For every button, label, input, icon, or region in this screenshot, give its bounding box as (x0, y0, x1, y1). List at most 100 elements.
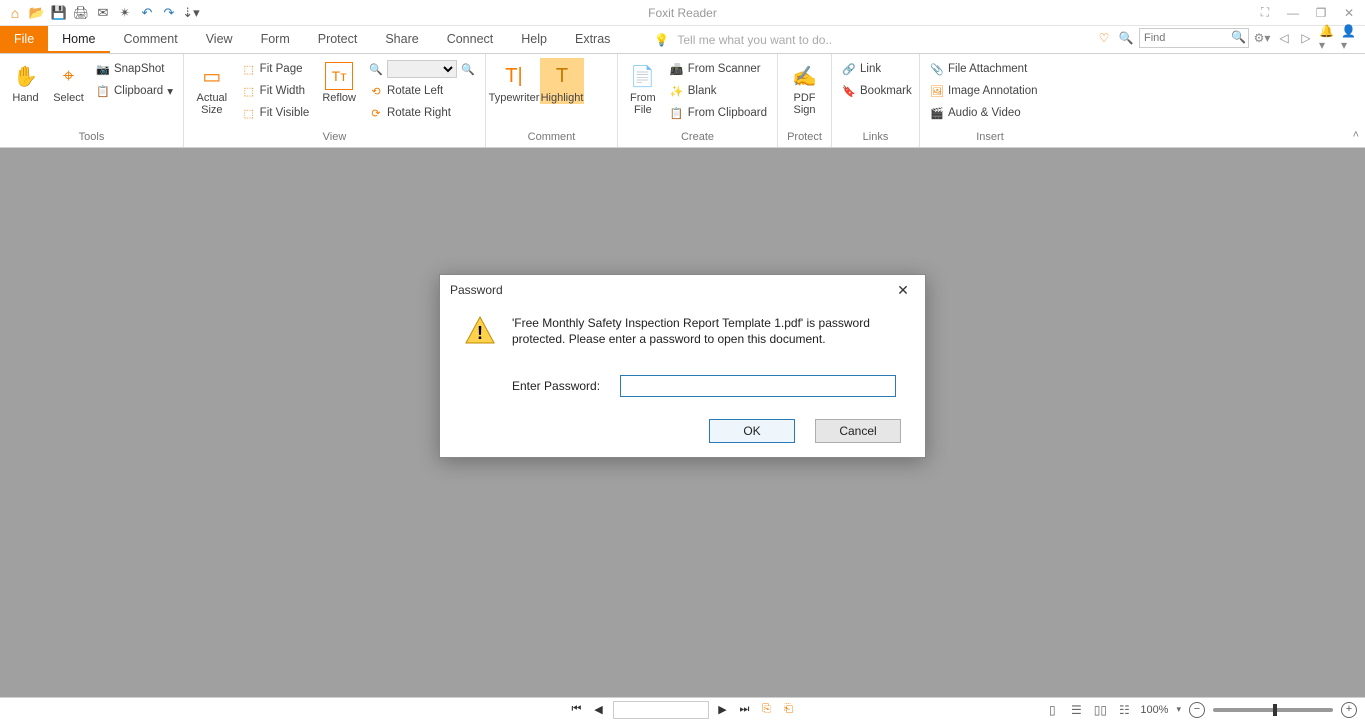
pdf-sign-button[interactable]: ✍ PDF Sign (784, 58, 825, 116)
snapshot-button[interactable]: 📷SnapShot (92, 58, 177, 80)
camera-icon: 📷 (96, 62, 110, 76)
bell-icon[interactable]: 🔔▾ (1319, 29, 1337, 47)
typewriter-icon: T| (500, 62, 528, 90)
next-page-icon[interactable]: ▶ (715, 702, 731, 718)
close-icon[interactable]: ✕ (1339, 5, 1359, 21)
zoom-slider[interactable] (1213, 708, 1333, 712)
zoom-combo[interactable] (387, 60, 457, 78)
email-icon[interactable]: ✉ (94, 4, 112, 22)
zoom-level: 100% (1140, 704, 1168, 716)
tab-connect[interactable]: Connect (433, 26, 508, 53)
app-logo-icon: ⌂ (6, 4, 24, 22)
highlight-button[interactable]: T Highlight (540, 58, 584, 104)
av-icon: 🎬 (930, 106, 944, 120)
page-number-input[interactable] (613, 701, 709, 719)
cancel-button[interactable]: Cancel (815, 419, 901, 443)
hand-button[interactable]: ✋ Hand (6, 58, 45, 104)
svg-text:!: ! (477, 323, 483, 343)
first-page-icon[interactable]: ⏮ (569, 702, 585, 718)
new-icon[interactable]: ✴ (116, 4, 134, 22)
from-file-button[interactable]: 📄 From File (624, 58, 662, 116)
collapse-ribbon-icon[interactable]: ˄ (1353, 129, 1359, 141)
save-icon[interactable]: 💾 (50, 4, 68, 22)
from-scanner-button[interactable]: 📠From Scanner (666, 58, 771, 80)
actualsize-icon: ▭ (198, 62, 226, 90)
blank-button[interactable]: ✨Blank (666, 80, 771, 102)
actual-size-button[interactable]: ▭ Actual Size (190, 58, 234, 116)
nav-extra1-icon[interactable]: ⎘ (759, 702, 775, 718)
reflow-icon: T⁠ᴛ (325, 62, 353, 90)
tab-help[interactable]: Help (507, 26, 561, 53)
nav-fwd-icon[interactable]: ▷ (1297, 29, 1315, 47)
last-page-icon[interactable]: ⏭ (737, 702, 753, 718)
view-facing-icon[interactable]: ▯▯ (1092, 702, 1108, 718)
tell-me-search[interactable]: 💡 Tell me what you want to do.. (654, 26, 832, 53)
tab-comment[interactable]: Comment (110, 26, 192, 53)
zoom-dropdown-icon[interactable]: ▾ (1176, 704, 1181, 715)
image-icon: 🖼 (930, 84, 944, 98)
fit-page-button[interactable]: ⬚Fit Page (238, 58, 314, 80)
password-dialog: Password ✕ ! 'Free Monthly Safety Inspec… (439, 274, 926, 458)
password-input[interactable] (620, 375, 896, 397)
zoom-controls[interactable]: 🔍🔍 (365, 58, 479, 80)
tab-protect[interactable]: Protect (304, 26, 372, 53)
restore-icon[interactable]: ❐ (1311, 5, 1331, 21)
image-annotation-button[interactable]: 🖼Image Annotation (926, 80, 1042, 102)
find-scope-icon[interactable]: 🔍 (1117, 29, 1135, 47)
fit-width-button[interactable]: ⬚Fit Width (238, 80, 314, 102)
typewriter-button[interactable]: T| Typewriter (492, 58, 536, 104)
clipboard2-icon: 📋 (670, 106, 684, 120)
qat-more-icon[interactable]: ⇣▾ (182, 4, 200, 22)
bookmark-button[interactable]: 🔖Bookmark (838, 80, 916, 102)
bookmark-icon: 🔖 (842, 84, 856, 98)
rotate-right-button[interactable]: ⟳Rotate Right (365, 102, 479, 124)
from-clipboard-button[interactable]: 📋From Clipboard (666, 102, 771, 124)
group-label-insert: Insert (926, 129, 1054, 145)
hand-icon: ✋ (11, 62, 39, 90)
highlight-icon: T (548, 62, 576, 90)
group-label-links: Links (838, 129, 913, 145)
fullscreen-icon[interactable]: ⛶ (1255, 5, 1275, 21)
select-button[interactable]: ⌖ Select (49, 58, 88, 104)
settings-icon[interactable]: ⚙▾ (1253, 29, 1271, 47)
link-icon: 🔗 (842, 62, 856, 76)
group-label-comment: Comment (492, 129, 611, 145)
search-icon[interactable]: 🔍 (1231, 30, 1246, 44)
status-bar: ⏮ ◀ ▶ ⏭ ⎘ ⎗ ▯ ☰ ▯▯ ☷ 100% ▾ − + (0, 697, 1365, 721)
nav-back-icon[interactable]: ◁ (1275, 29, 1293, 47)
tab-file[interactable]: File (0, 26, 48, 53)
fit-visible-button[interactable]: ⬚Fit Visible (238, 102, 314, 124)
reflow-button[interactable]: T⁠ᴛ Reflow (317, 58, 361, 104)
ribbon-tabbar: File Home Comment View Form Protect Shar… (0, 26, 1365, 54)
nav-extra2-icon[interactable]: ⎗ (781, 702, 797, 718)
rotate-left-button[interactable]: ⟲Rotate Left (365, 80, 479, 102)
clipboard-icon: 📋 (96, 84, 110, 98)
user-icon[interactable]: 👤▾ (1341, 29, 1359, 47)
view-continuous-facing-icon[interactable]: ☷ (1116, 702, 1132, 718)
undo-icon[interactable]: ↶ (138, 4, 156, 22)
clipboard-button[interactable]: 📋Clipboard ▾ (92, 80, 177, 102)
tab-home[interactable]: Home (48, 26, 109, 53)
view-single-icon[interactable]: ▯ (1044, 702, 1060, 718)
link-button[interactable]: 🔗Link (838, 58, 916, 80)
fitwidth-icon: ⬚ (242, 84, 256, 98)
tab-view[interactable]: View (192, 26, 247, 53)
print-icon[interactable]: 🖨 (72, 4, 90, 22)
zoom-out-button[interactable]: − (1189, 702, 1205, 718)
prev-page-icon[interactable]: ◀ (591, 702, 607, 718)
rotate-right-icon: ⟳ (369, 106, 383, 120)
heart-icon[interactable]: ♡ (1095, 29, 1113, 47)
tab-share[interactable]: Share (371, 26, 432, 53)
file-attachment-button[interactable]: 📎File Attachment (926, 58, 1042, 80)
dialog-close-icon[interactable]: ✕ (891, 278, 915, 302)
ok-button[interactable]: OK (709, 419, 795, 443)
minimize-icon[interactable]: — (1283, 5, 1303, 21)
view-continuous-icon[interactable]: ☰ (1068, 702, 1084, 718)
tab-form[interactable]: Form (247, 26, 304, 53)
redo-icon[interactable]: ↷ (160, 4, 178, 22)
dialog-message: 'Free Monthly Safety Inspection Report T… (512, 315, 901, 347)
audio-video-button[interactable]: 🎬Audio & Video (926, 102, 1042, 124)
tab-extras[interactable]: Extras (561, 26, 624, 53)
open-icon[interactable]: 📂 (28, 4, 46, 22)
zoom-in-button[interactable]: + (1341, 702, 1357, 718)
